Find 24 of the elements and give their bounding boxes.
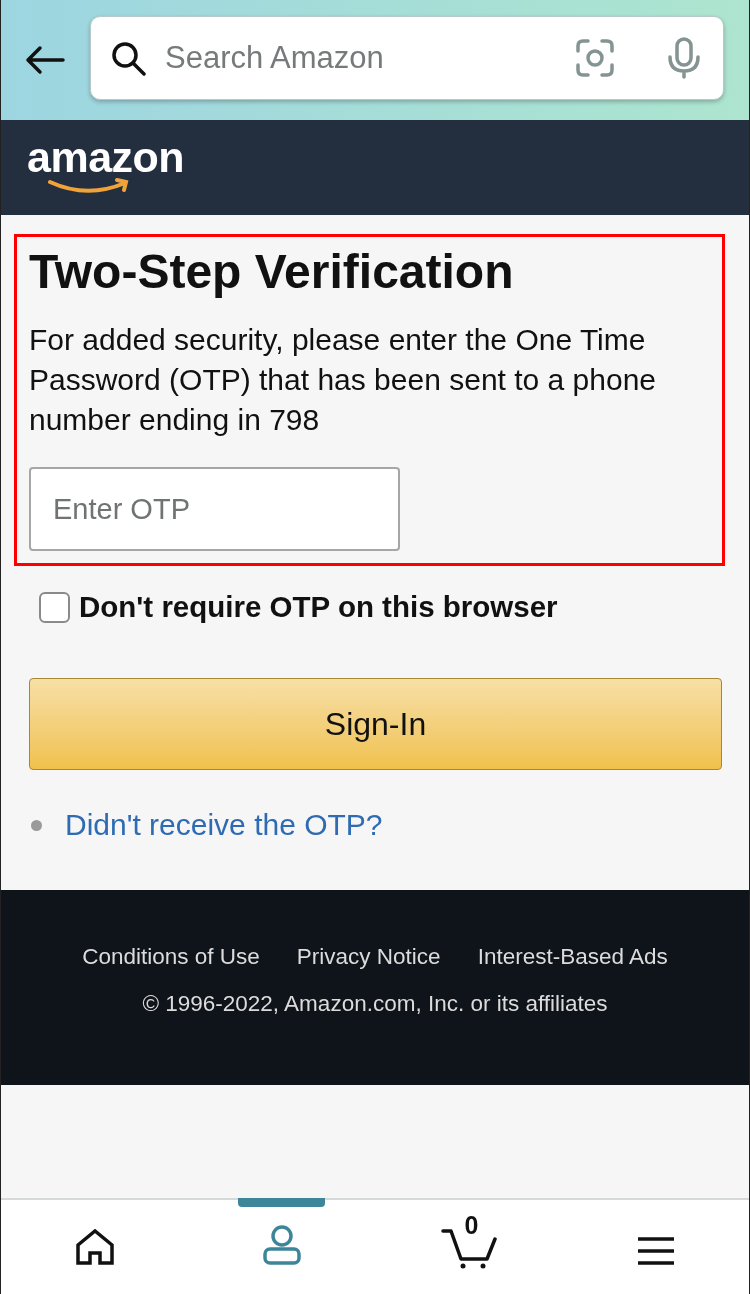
search-input[interactable]: Search Amazon <box>165 36 576 80</box>
home-icon <box>75 1229 114 1265</box>
cart-button[interactable]: 0 <box>434 1207 503 1269</box>
logo-wordmark[interactable]: amazon <box>27 134 185 179</box>
help-link[interactable]: Didn't receive the OTP? <box>65 805 383 845</box>
checkbox-label[interactable]: Don't require OTP on this browser <box>79 588 558 626</box>
copyright-text: © 1996-2022, Amazon.com, Inc. or its affiliates <box>142 990 608 1018</box>
footer-link[interactable]: Interest-Based Ads <box>477 942 668 972</box>
otp-input-field[interactable]: Enter OTP <box>29 467 400 551</box>
microphone-icon[interactable] <box>667 37 701 79</box>
bullet-icon <box>31 819 42 831</box>
page-heading: Two-Step Verification <box>29 246 515 298</box>
sign-in-button[interactable]: Sign-In <box>29 678 722 770</box>
back-arrow-icon <box>25 45 65 75</box>
checkbox[interactable] <box>39 591 70 623</box>
person-icon <box>262 1225 301 1265</box>
search-field[interactable]: Search Amazon <box>90 16 724 100</box>
instruction-text: For added security, please enter the One Time Password (OTP) that has been sent to a phone number ending in 798 <box>29 322 658 438</box>
footer-link[interactable]: Conditions of Use <box>82 942 260 972</box>
lens-icon[interactable] <box>576 39 614 77</box>
menu-icon <box>637 1237 674 1265</box>
footer-link[interactable]: Privacy Notice <box>296 942 441 972</box>
cart-count: 0 <box>464 1211 479 1239</box>
search-icon <box>111 40 146 76</box>
